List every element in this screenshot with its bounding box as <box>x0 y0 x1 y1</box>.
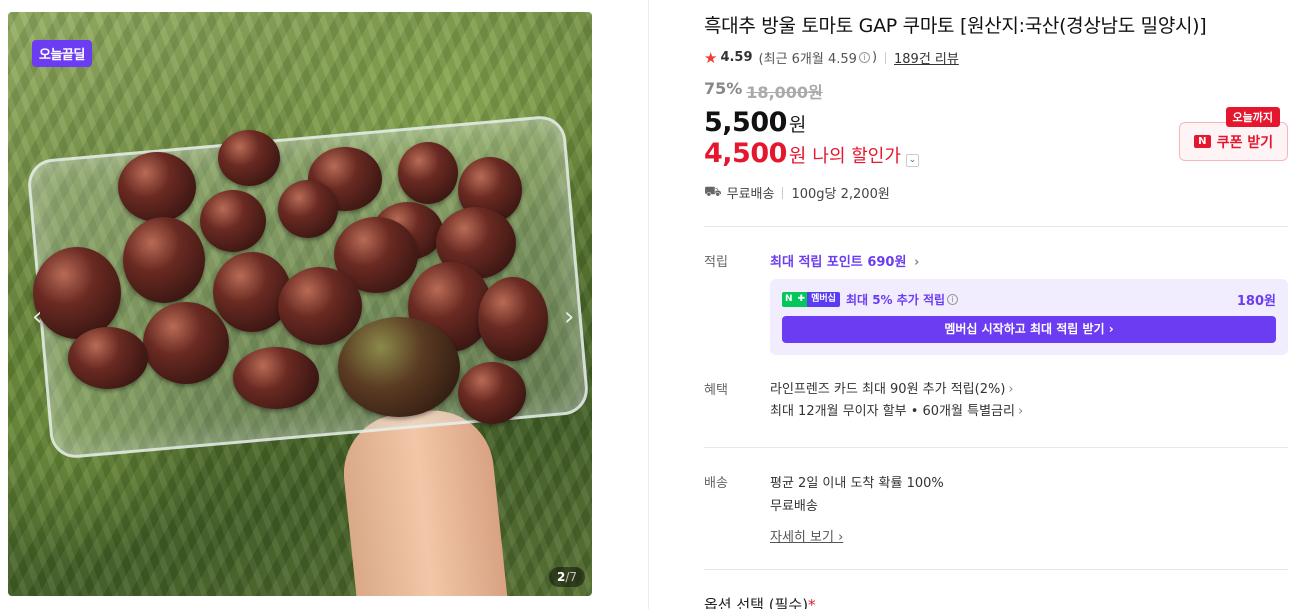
option-label-text: 옵션 선택 (필수) <box>704 596 809 609</box>
delivery-section: 배송 평균 2일 이내 도착 확률 100% 무료배송 자세히 보기 › <box>704 472 1288 545</box>
chevron-right-icon[interactable]: › <box>564 302 574 332</box>
plus-icon: ✚ <box>795 292 808 307</box>
rating-row: ★ 4.59 (최근 6개월 4.59 i ) 189건 리뷰 <box>704 48 1288 68</box>
image-page-counter: 2/7 <box>549 567 586 587</box>
shipping-fee: 무료배송 <box>726 187 775 202</box>
divider <box>885 51 887 64</box>
price-unit: 원 <box>788 114 807 136</box>
column-divider <box>648 0 649 609</box>
tomato <box>458 362 526 424</box>
delivery-detail-label: 자세히 보기 <box>770 530 834 545</box>
tomato <box>143 302 229 384</box>
max-points-link[interactable]: 최대 적립 포인트 690원 › <box>770 251 1288 270</box>
tomato <box>123 217 205 303</box>
arrival-probability: 평균 2일 이내 도착 확률 100% <box>770 476 944 491</box>
tomato <box>338 317 460 417</box>
star-icon: ★ <box>704 48 718 67</box>
review-count-link[interactable]: 189건 리뷰 <box>894 48 959 67</box>
sale-price: 5,500 <box>704 107 787 138</box>
product-page: 오늘끝딜 ‹ › 2/7 흑대추 방울 토마토 GAP 쿠마토 [원산지:국산(… <box>0 0 1296 609</box>
naver-plus-membership-badge: N ✚ 멤버십 <box>782 292 840 307</box>
tomato <box>118 152 196 222</box>
tomato <box>478 277 548 361</box>
discount-row: 75% 18,000원 <box>704 79 1288 103</box>
coupon-area: 오늘까지 N 쿠폰 받기 <box>1179 107 1288 161</box>
tomato <box>278 267 362 345</box>
max-points-amount: 690원 <box>867 255 907 270</box>
chevron-right-icon: › <box>1008 382 1014 397</box>
rating-value: 4.59 <box>720 50 753 65</box>
naver-n-icon: N <box>782 292 796 307</box>
original-price: 18,000원 <box>746 83 823 102</box>
divider <box>782 186 784 199</box>
tomato <box>233 347 319 409</box>
chevron-right-icon: › <box>838 530 844 545</box>
tomato <box>68 327 148 389</box>
required-mark: * <box>808 596 816 609</box>
coupon-button-label: 쿠폰 받기 <box>1216 134 1274 151</box>
tomato <box>33 247 121 339</box>
my-discount-price: 4,500 <box>704 138 787 169</box>
membership-box: N ✚ 멤버십 최대 5% 추가 적립 i 180원 멤버십 시작하고 최대 적… <box>770 279 1288 355</box>
benefits-section: 혜택 라인프렌즈 카드 최대 90원 추가 적립(2%) › 최대 12개월 무이… <box>704 379 1288 423</box>
chevron-left-icon[interactable]: ‹ <box>32 302 42 332</box>
membership-points-amount: 180원 <box>1236 294 1276 309</box>
info-icon[interactable]: i <box>947 294 959 305</box>
section-divider <box>704 569 1288 570</box>
start-membership-label: 멤버십 시작하고 최대 적립 받기 <box>944 322 1105 336</box>
delivery-fee: 무료배송 <box>770 499 818 514</box>
shipping-row: ⛟ 무료배송 100g당 2,200원 <box>704 183 1288 203</box>
card-benefit-text: 라인프렌즈 카드 최대 90원 추가 적립(2%) <box>770 382 1006 397</box>
section-divider <box>704 447 1288 448</box>
points-section: 적립 최대 적립 포인트 690원 › N ✚ 멤버십 최대 5% 추가 적립 <box>704 251 1288 355</box>
tomato <box>213 252 291 332</box>
unit-price: 100g당 2,200원 <box>791 187 890 202</box>
naver-n-icon: N <box>1193 135 1211 148</box>
start-membership-button[interactable]: 멤버십 시작하고 최대 적립 받기 › <box>782 316 1276 343</box>
chevron-right-icon: › <box>913 255 920 270</box>
recent-rating: (최근 6개월 4.59 <box>758 52 857 67</box>
membership-badge-label: 멤버십 <box>807 292 840 307</box>
section-divider <box>704 226 1288 227</box>
delivery-detail-link[interactable]: 자세히 보기 › <box>770 526 843 545</box>
discount-rate: 75% <box>704 79 743 98</box>
chevron-right-icon: › <box>1017 404 1024 419</box>
tomato <box>398 142 458 204</box>
tomato <box>278 180 338 238</box>
truck-icon: ⛟ <box>704 183 722 200</box>
my-price-unit: 원 <box>788 145 807 167</box>
installment-benefit-link[interactable]: 최대 12개월 무이자 할부 • 60개월 특별금리 › <box>770 401 1288 423</box>
recent-rating-close: ) <box>871 50 878 65</box>
tomato <box>218 130 280 186</box>
coupon-deadline-tag: 오늘까지 <box>1225 107 1280 127</box>
max-points-text: 최대 적립 포인트 <box>770 255 863 270</box>
today-deal-badge: 오늘끝딜 <box>32 40 92 67</box>
option-select-label: 옵션 선택 (필수)* <box>704 594 1288 609</box>
delivery-label: 배송 <box>704 476 728 491</box>
chevron-down-icon[interactable]: ⌄ <box>905 154 919 167</box>
product-title: 흑대추 방울 토마토 GAP 쿠마토 [원산지:국산(경상남도 밀양시)] <box>704 15 1207 37</box>
info-icon[interactable]: i <box>858 52 870 63</box>
tomato <box>200 190 266 252</box>
chevron-right-icon: › <box>1108 322 1114 336</box>
membership-extra-points: 최대 5% 추가 적립 <box>845 293 946 307</box>
installment-benefit-text: 최대 12개월 무이자 할부 • 60개월 특별금리 <box>770 404 1015 419</box>
total-pages: 7 <box>569 570 578 584</box>
product-image-gallery[interactable]: 오늘끝딜 ‹ › 2/7 <box>8 12 592 596</box>
benefits-label: 혜택 <box>704 383 728 398</box>
product-info-panel: 흑대추 방울 토마토 GAP 쿠마토 [원산지:국산(경상남도 밀양시)] ★ … <box>704 0 1288 609</box>
get-coupon-button[interactable]: N 쿠폰 받기 <box>1179 122 1288 161</box>
my-price-label: 나의 할인가 <box>812 146 901 167</box>
points-label: 적립 <box>704 255 728 270</box>
card-benefit-link[interactable]: 라인프렌즈 카드 최대 90원 추가 적립(2%) › <box>770 379 1288 401</box>
